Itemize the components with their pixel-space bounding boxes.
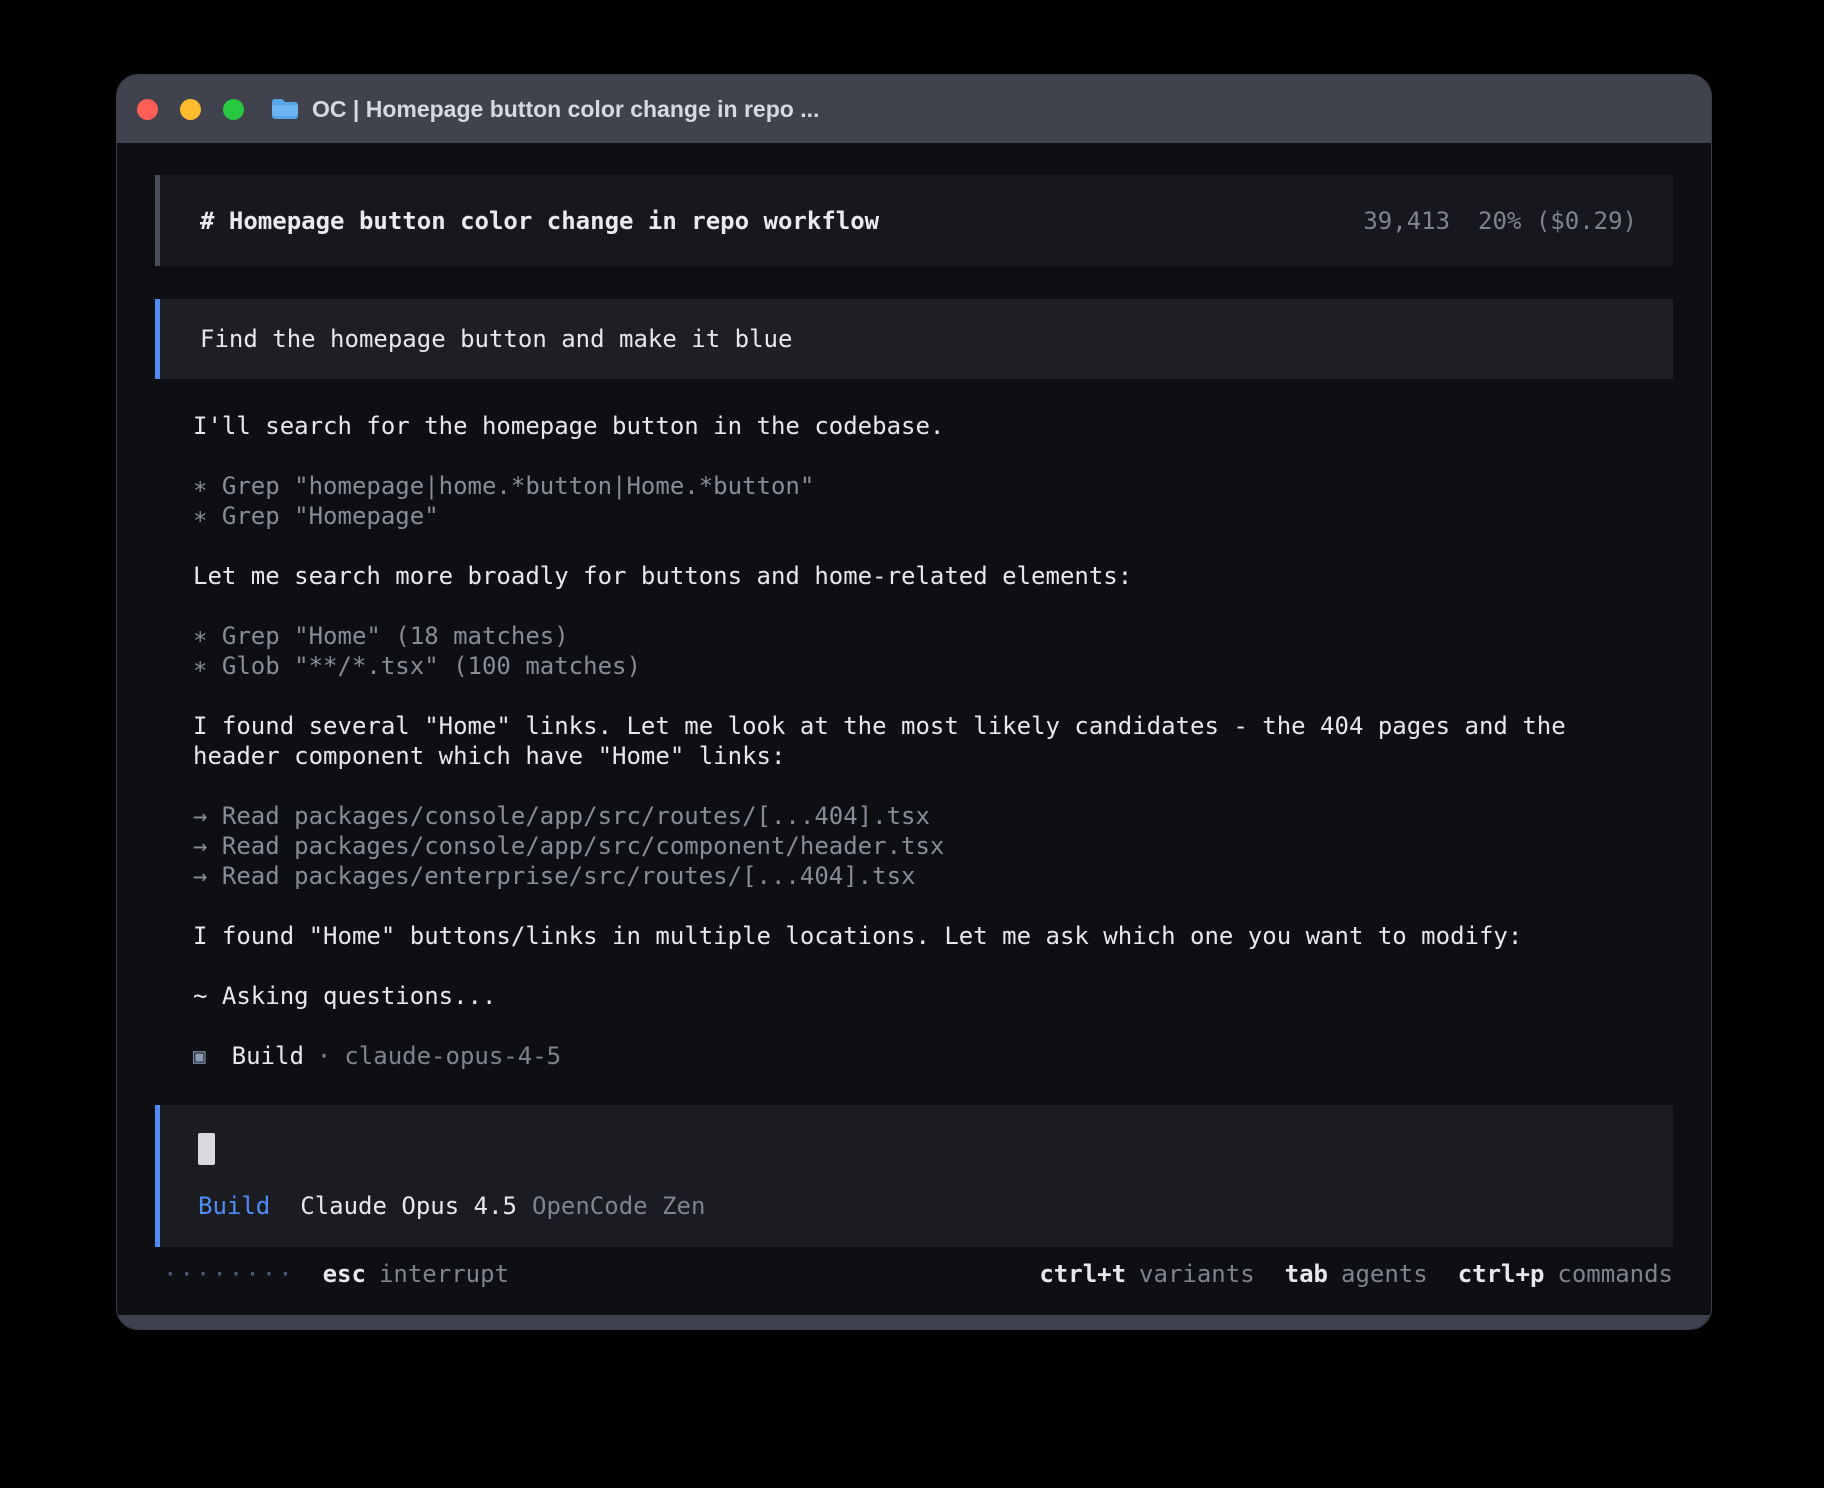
assistant-status-text: ~ Asking questions... (193, 981, 1633, 1011)
shortcut-label: commands (1557, 1259, 1673, 1289)
window-title: OC | Homepage button color change in rep… (312, 96, 819, 123)
input-meta-row: Build Claude Opus 4.5 OpenCode Zen (198, 1191, 1633, 1221)
shortcut-variants: ctrl+t variants (1039, 1259, 1254, 1289)
assistant-text: I found several "Home" links. Let me loo… (193, 711, 1633, 771)
session-title: # Homepage button color change in repo w… (200, 206, 879, 236)
close-button[interactable] (137, 99, 158, 120)
grep-tool-line: ∗ Grep "Homepage" (193, 501, 1633, 531)
user-message: Find the homepage button and make it blu… (155, 299, 1673, 379)
shortcut-key: tab (1285, 1259, 1328, 1289)
folder-icon (270, 97, 300, 121)
session-meta: 39,413 20% ($0.29) (1363, 206, 1637, 236)
tool-calls: ∗ Grep "Home" (18 matches) ∗ Glob "**/*.… (193, 621, 1633, 681)
input-model-label[interactable]: Claude Opus 4.5 (300, 1191, 517, 1221)
esc-key-label: interrupt (379, 1259, 509, 1289)
text-cursor (198, 1133, 215, 1165)
assistant-transcript: I'll search for the homepage button in t… (155, 411, 1633, 1011)
read-tool-line: → Read packages/console/app/src/routes/[… (193, 801, 1633, 831)
token-count: 39,413 (1363, 206, 1450, 236)
status-shortcuts: ctrl+t variants tab agents ctrl+p comman… (1039, 1259, 1673, 1289)
terminal-content: # Homepage button color change in repo w… (117, 175, 1711, 1289)
user-message-text: Find the homepage button and make it blu… (200, 324, 792, 354)
titlebar[interactable]: OC | Homepage button color change in rep… (117, 75, 1711, 143)
esc-key-hint: esc (323, 1259, 366, 1289)
assistant-text: Let me search more broadly for buttons a… (193, 561, 1633, 591)
session-header: # Homepage button color change in repo w… (155, 175, 1673, 266)
minimize-button[interactable] (180, 99, 201, 120)
tool-calls: ∗ Grep "homepage|home.*button|Home.*butt… (193, 471, 1633, 531)
agent-model: claude-opus-4-5 (344, 1041, 561, 1071)
shortcut-label: agents (1341, 1259, 1428, 1289)
prompt-input[interactable]: Build Claude Opus 4.5 OpenCode Zen (155, 1105, 1673, 1247)
grep-tool-line: ∗ Grep "homepage|home.*button|Home.*butt… (193, 471, 1633, 501)
shortcut-commands: ctrl+p commands (1458, 1259, 1673, 1289)
assistant-text: I found "Home" buttons/links in multiple… (193, 921, 1633, 951)
separator-dot: · (317, 1041, 331, 1071)
input-agent-label[interactable]: Build (198, 1191, 270, 1221)
agent-square-icon: ▣ (193, 1041, 206, 1071)
read-tool-calls: → Read packages/console/app/src/routes/[… (193, 801, 1633, 891)
read-tool-line: → Read packages/console/app/src/componen… (193, 831, 1633, 861)
agent-name: Build (232, 1041, 304, 1071)
zoom-button[interactable] (223, 99, 244, 120)
shortcut-label: variants (1139, 1259, 1255, 1289)
spinner-dots: ········ (163, 1259, 295, 1289)
shortcut-agents: tab agents (1285, 1259, 1428, 1289)
status-bar: ········ esc interrupt ctrl+t variants t… (155, 1259, 1673, 1289)
read-tool-line: → Read packages/enterprise/src/routes/[.… (193, 861, 1633, 891)
terminal-window: OC | Homepage button color change in rep… (116, 74, 1712, 1330)
glob-tool-line: ∗ Glob "**/*.tsx" (100 matches) (193, 651, 1633, 681)
window-bottom-edge (117, 1315, 1711, 1329)
agent-status-row: ▣ Build · claude-opus-4-5 (155, 1041, 1673, 1071)
status-left: ········ esc interrupt (163, 1259, 509, 1289)
context-cost: 20% ($0.29) (1478, 206, 1637, 236)
input-provider-label: OpenCode Zen (532, 1191, 705, 1221)
assistant-text: I'll search for the homepage button in t… (193, 411, 1633, 441)
grep-tool-line: ∗ Grep "Home" (18 matches) (193, 621, 1633, 651)
shortcut-key: ctrl+t (1039, 1259, 1126, 1289)
shortcut-key: ctrl+p (1458, 1259, 1545, 1289)
traffic-lights (137, 99, 244, 120)
